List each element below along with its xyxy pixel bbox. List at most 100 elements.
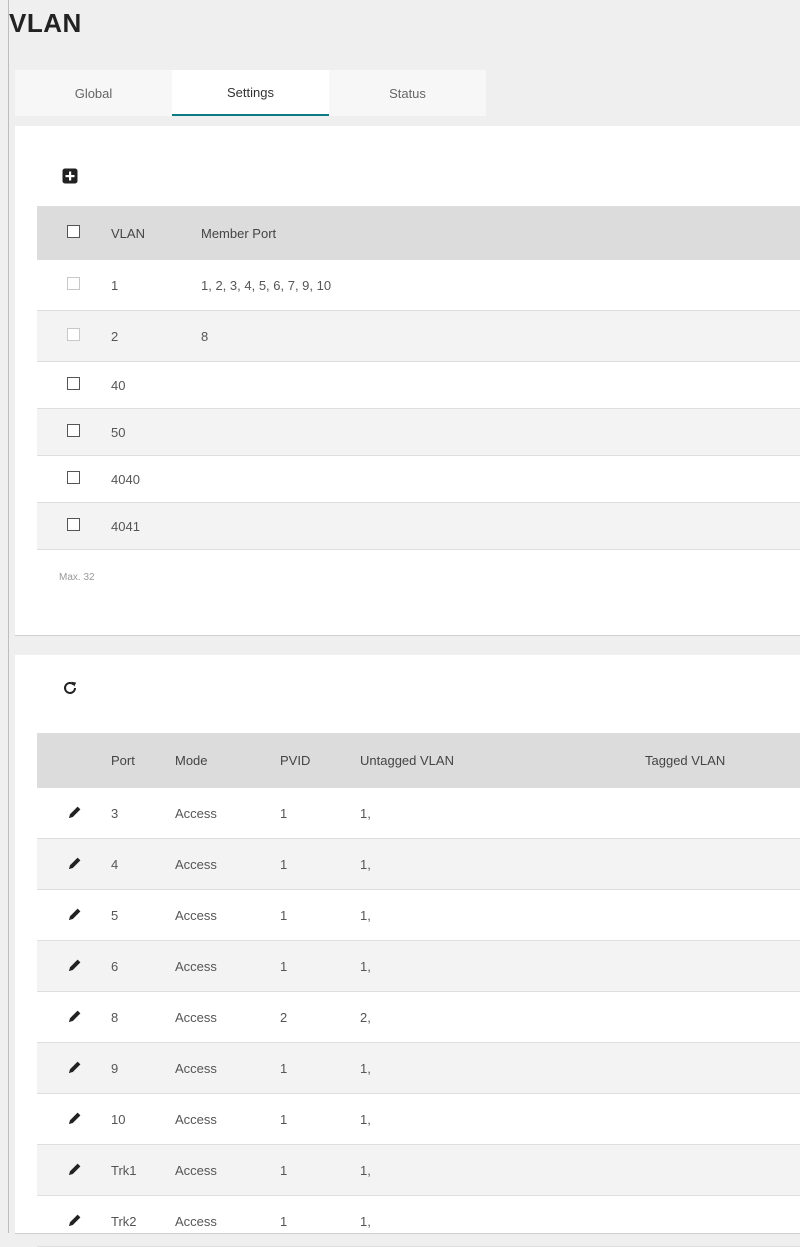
edit-pencil-icon[interactable] <box>67 804 83 823</box>
port-pvid: 1 <box>280 1060 288 1076</box>
vlan-id: 2 <box>111 328 119 344</box>
row-checkbox[interactable] <box>67 424 80 437</box>
untagged-vlan: 1, <box>360 958 371 974</box>
port-pvid: 1 <box>280 1111 288 1127</box>
port-name: 5 <box>111 907 119 923</box>
table-row[interactable]: 3 Access 1 1, <box>37 788 800 839</box>
edit-pencil-icon[interactable] <box>67 1110 83 1129</box>
edit-pencil-icon[interactable] <box>67 1059 83 1078</box>
table-row[interactable]: Trk2 Access 1 1, <box>37 1196 800 1247</box>
tab-global[interactable]: Global <box>15 70 172 116</box>
vlan-table: VLAN Member Port 1 1, 2, 3, 4, 5, 6, 7, … <box>37 206 800 550</box>
untagged-vlan: 1, <box>360 805 371 821</box>
edit-pencil-icon[interactable] <box>67 957 83 976</box>
max-entries-note: Max. 32 <box>59 572 95 583</box>
vlan-id: 50 <box>111 424 126 440</box>
port-table-header: Port Mode PVID Untagged VLAN Tagged VLAN <box>37 733 800 788</box>
table-row[interactable]: Trk1 Access 1 1, <box>37 1145 800 1196</box>
vlan-id: 1 <box>111 277 119 293</box>
vlan-id: 4040 <box>111 471 140 487</box>
port-pvid: 1 <box>280 1162 288 1178</box>
port-pvid: 1 <box>280 958 288 974</box>
edit-pencil-icon[interactable] <box>67 1161 83 1180</box>
row-checkbox <box>67 328 80 341</box>
port-mode: Access <box>175 1009 217 1025</box>
vlan-list-card: VLAN Member Port 1 1, 2, 3, 4, 5, 6, 7, … <box>15 126 800 636</box>
port-mode: Access <box>175 907 217 923</box>
page: VLAN Global Settings Status VLAN Member … <box>9 0 800 1247</box>
untagged-vlan: 1, <box>360 856 371 872</box>
table-row[interactable]: 10 Access 1 1, <box>37 1094 800 1145</box>
table-row[interactable]: 1 1, 2, 3, 4, 5, 6, 7, 9, 10 <box>37 260 800 311</box>
member-ports: 8 <box>201 328 209 344</box>
untagged-vlan: 1, <box>360 1111 371 1127</box>
port-pvid: 1 <box>280 856 288 872</box>
port-table: Port Mode PVID Untagged VLAN Tagged VLAN… <box>37 733 800 1247</box>
plus-square-icon <box>62 168 78 184</box>
port-name: 3 <box>111 805 119 821</box>
vlan-column-header: VLAN <box>111 225 145 241</box>
table-row[interactable]: 2 8 <box>37 311 800 362</box>
table-row[interactable]: 8 Access 2 2, <box>37 992 800 1043</box>
port-table-body: 3 Access 1 1, 4 Access 1 1, 5 Access 1 1, 6 Access 1 1,… <box>37 788 800 1247</box>
untagged-vlan: 2, <box>360 1009 371 1025</box>
port-name: 9 <box>111 1060 119 1076</box>
select-all-checkbox[interactable] <box>67 225 80 238</box>
table-row[interactable]: 5 Access 1 1, <box>37 890 800 941</box>
port-mode: Access <box>175 1060 217 1076</box>
page-title: VLAN <box>9 8 82 38</box>
port-name: 10 <box>111 1111 126 1127</box>
member-ports: 1, 2, 3, 4, 5, 6, 7, 9, 10 <box>201 277 332 293</box>
untagged-vlan: 1, <box>360 907 371 923</box>
edit-pencil-icon[interactable] <box>67 906 83 925</box>
port-mode: Access <box>175 1111 217 1127</box>
port-pvid: 2 <box>280 1009 288 1025</box>
port-mode: Access <box>175 958 217 974</box>
port-mode: Access <box>175 805 217 821</box>
port-mode: Access <box>175 1162 217 1178</box>
table-row[interactable]: 40 <box>37 362 800 409</box>
port-name: Trk1 <box>111 1162 137 1178</box>
port-name: 6 <box>111 958 119 974</box>
table-row[interactable]: 50 <box>37 409 800 456</box>
vlan-id: 4041 <box>111 518 140 534</box>
member-port-column-header: Member Port <box>201 225 277 241</box>
untagged-vlan-column-header: Untagged VLAN <box>360 753 454 768</box>
port-column-header: Port <box>111 753 135 768</box>
untagged-vlan: 1, <box>360 1162 371 1178</box>
table-row[interactable]: 6 Access 1 1, <box>37 941 800 992</box>
row-checkbox[interactable] <box>67 518 80 531</box>
port-pvid: 1 <box>280 907 288 923</box>
port-mode: Access <box>175 856 217 872</box>
mode-column-header: Mode <box>175 753 208 768</box>
port-mode: Access <box>175 1213 217 1229</box>
pvid-column-header: PVID <box>280 753 311 768</box>
edit-pencil-icon[interactable] <box>67 1212 83 1231</box>
port-pvid: 1 <box>280 805 288 821</box>
row-checkbox[interactable] <box>67 377 80 390</box>
table-row[interactable]: 4 Access 1 1, <box>37 839 800 890</box>
port-settings-card: Port Mode PVID Untagged VLAN Tagged VLAN… <box>15 655 800 1247</box>
row-checkbox[interactable] <box>67 471 80 484</box>
table-row[interactable]: 4040 <box>37 456 800 503</box>
tagged-vlan-column-header: Tagged VLAN <box>645 753 726 768</box>
add-vlan-button[interactable] <box>59 165 81 187</box>
port-pvid: 1 <box>280 1213 288 1229</box>
row-checkbox <box>67 277 80 290</box>
tab-status[interactable]: Status <box>329 70 486 116</box>
untagged-vlan: 1, <box>360 1060 371 1076</box>
edit-pencil-icon[interactable] <box>67 855 83 874</box>
port-name: 8 <box>111 1009 119 1025</box>
port-name: 4 <box>111 856 119 872</box>
vlan-id: 40 <box>111 377 126 393</box>
table-row[interactable]: 9 Access 1 1, <box>37 1043 800 1094</box>
vlan-table-header: VLAN Member Port <box>37 206 800 260</box>
refresh-button[interactable] <box>59 677 81 699</box>
tab-bar: Global Settings Status <box>15 70 486 116</box>
tab-settings[interactable]: Settings <box>172 70 329 116</box>
table-row[interactable]: 4041 <box>37 503 800 550</box>
edit-pencil-icon[interactable] <box>67 1008 83 1027</box>
refresh-icon <box>64 681 77 694</box>
port-name: Trk2 <box>111 1213 137 1229</box>
untagged-vlan: 1, <box>360 1213 371 1229</box>
